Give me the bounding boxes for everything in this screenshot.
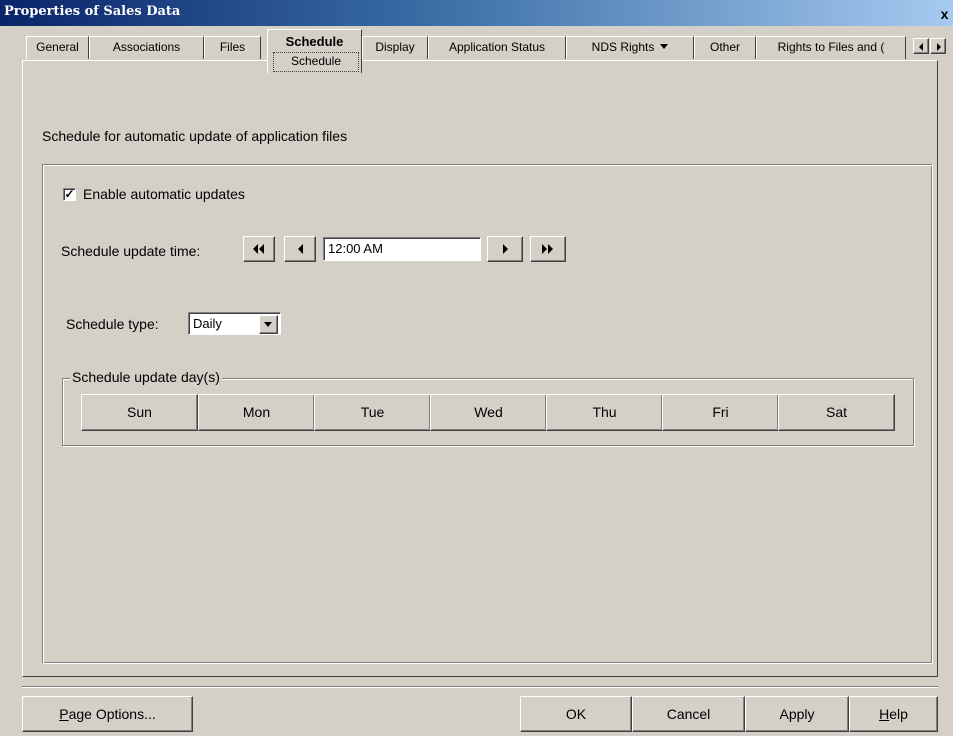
- day-button-sat[interactable]: Sat: [778, 394, 895, 431]
- day-button-thu[interactable]: Thu: [546, 394, 663, 431]
- chevron-down-icon: [264, 322, 272, 327]
- tab-label: Application Status: [448, 40, 546, 54]
- chevron-down-icon: [660, 44, 669, 49]
- schedule-type-select[interactable]: Daily: [188, 312, 281, 335]
- tab-label: Schedule: [285, 34, 344, 49]
- window-title: Properties of Sales Data: [4, 4, 181, 19]
- tab-general[interactable]: General: [26, 36, 89, 59]
- tab-scroll-left-button[interactable]: [913, 38, 929, 54]
- schedule-heading: Schedule for automatic update of applica…: [42, 128, 348, 144]
- tab-label: NDS Rights: [591, 40, 655, 54]
- day-button-wed[interactable]: Wed: [430, 394, 547, 431]
- tab-display[interactable]: Display: [362, 36, 428, 59]
- tab-nds-rights[interactable]: NDS Rights: [566, 36, 694, 59]
- arrow-left-icon: [919, 43, 923, 51]
- tab-label: Display: [375, 40, 415, 54]
- tab-label: General: [36, 40, 79, 54]
- tab-label: Rights to Files and (: [777, 40, 885, 54]
- update-days-legend: Schedule update day(s): [70, 369, 222, 385]
- dropdown-button[interactable]: [259, 315, 278, 334]
- day-button-mon[interactable]: Mon: [198, 394, 315, 431]
- tab-files[interactable]: Files: [204, 36, 261, 59]
- arrow-right-icon: [937, 43, 941, 51]
- day-button-fri[interactable]: Fri: [662, 394, 779, 431]
- page-options-label: age Options...: [68, 706, 156, 722]
- help-button[interactable]: Help: [849, 696, 938, 732]
- tab-associations[interactable]: Associations: [89, 36, 204, 59]
- step-back-button[interactable]: [284, 236, 316, 262]
- tab-label: Other: [709, 40, 740, 54]
- cancel-button[interactable]: Cancel: [632, 696, 745, 732]
- close-button[interactable]: x: [938, 6, 951, 22]
- footer-separator: [22, 686, 938, 688]
- help-mnemonic: H: [879, 706, 890, 722]
- enable-updates-label[interactable]: Enable automatic updates: [83, 186, 245, 202]
- ok-button[interactable]: OK: [520, 696, 632, 732]
- tab-scroll-right-button[interactable]: [930, 38, 946, 54]
- schedule-type-value: Daily: [193, 316, 222, 331]
- apply-button[interactable]: Apply: [745, 696, 849, 732]
- fast-forward-button[interactable]: [530, 236, 566, 262]
- tab-schedule[interactable]: Schedule Schedule: [267, 29, 362, 73]
- time-label: Schedule update time:: [61, 243, 201, 259]
- help-label: elp: [889, 706, 908, 722]
- tab-label: Associations: [112, 40, 181, 54]
- tab-rights-to-files[interactable]: Rights to Files and (: [756, 36, 906, 59]
- day-button-tue[interactable]: Tue: [314, 394, 431, 431]
- enable-updates-checkbox[interactable]: ✓: [63, 188, 76, 201]
- schedule-type-label: Schedule type:: [66, 316, 159, 332]
- tab-label: Files: [219, 40, 246, 54]
- page-options-button[interactable]: Page Options...: [22, 696, 193, 732]
- step-forward-button[interactable]: [487, 236, 523, 262]
- page-options-mnemonic: P: [59, 706, 69, 722]
- rewind-button[interactable]: [243, 236, 275, 262]
- tab-other[interactable]: Other: [694, 36, 756, 59]
- tab-application-status[interactable]: Application Status: [428, 36, 566, 59]
- update-time-field[interactable]: 12:00 AM: [323, 237, 481, 261]
- subtab-schedule[interactable]: Schedule: [273, 52, 359, 72]
- day-button-sun[interactable]: Sun: [81, 394, 198, 431]
